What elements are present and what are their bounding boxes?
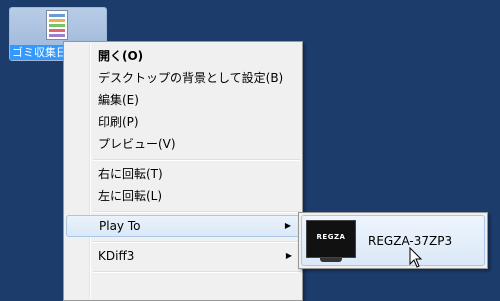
play-to-submenu: REGZA REGZA-37ZP3 — [298, 212, 488, 269]
menu-item-label: KDiff3 — [98, 249, 135, 263]
menu-item-set-desktop-background[interactable]: デスクトップの背景として設定(B) — [66, 67, 300, 89]
menu-separator — [93, 241, 300, 243]
menu-separator — [93, 271, 300, 273]
menu-item-label: 右に回転(T) — [98, 167, 163, 181]
pointer-cursor-icon — [409, 247, 423, 268]
device-item-regza[interactable]: REGZA REGZA-37ZP3 — [301, 215, 485, 266]
menu-item-label: 開く(O) — [98, 49, 144, 63]
image-thumbnail-icon — [46, 10, 68, 40]
menu-item-rotate-left[interactable]: 左に回転(L) — [66, 185, 300, 207]
menu-item-print[interactable]: 印刷(P) — [66, 111, 300, 133]
menu-item-open[interactable]: 開く(O) — [66, 45, 300, 67]
menu-item-label: Play To — [99, 219, 141, 233]
menu-item-label: 印刷(P) — [98, 115, 139, 129]
menu-item-rotate-right[interactable]: 右に回転(T) — [66, 163, 300, 185]
menu-item-edit[interactable]: 編集(E) — [66, 89, 300, 111]
tv-brand-label: REGZA — [316, 233, 346, 241]
submenu-arrow-icon: ▶ — [284, 221, 291, 230]
context-menu: 開く(O) デスクトップの背景として設定(B) 編集(E) 印刷(P) プレビュ… — [63, 41, 303, 301]
menu-separator — [93, 159, 300, 161]
menu-separator — [93, 211, 300, 213]
tv-icon: REGZA — [306, 220, 356, 264]
menu-item-label: 編集(E) — [98, 93, 139, 107]
menu-item-play-to[interactable]: Play To ▶ — [66, 215, 300, 237]
menu-item-preview[interactable]: プレビュー(V) — [66, 133, 300, 155]
submenu-arrow-icon: ▶ — [285, 251, 292, 260]
menu-item-kdiff3[interactable]: KDiff3 ▶ — [66, 245, 300, 267]
menu-item-label: デスクトップの背景として設定(B) — [98, 71, 284, 85]
menu-item-label: 左に回転(L) — [98, 189, 163, 203]
menu-item-label: プレビュー(V) — [98, 137, 176, 151]
